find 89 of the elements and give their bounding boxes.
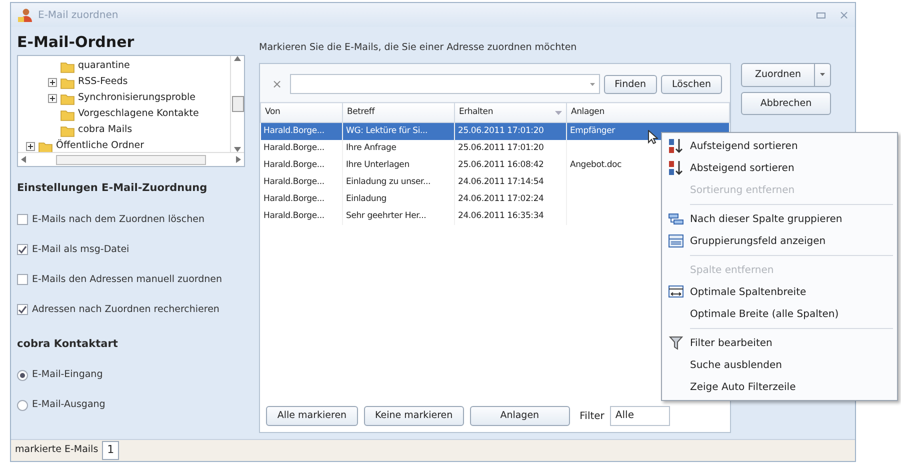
expand-icon[interactable] [48, 94, 57, 102]
section-title: Einstellungen E-Mail-Zuordnung [17, 181, 208, 196]
section-title: cobra Kontaktart [17, 336, 119, 352]
column-header[interactable]: Anlagen [566, 102, 730, 123]
instruction-text: Markieren Sie die E-Mails, die Sie einer Adresse zuordnen möchten [259, 41, 578, 55]
menu-item[interactable]: Gruppierungsfeld anzeigen [662, 230, 897, 252]
scroll-left-icon[interactable] [21, 156, 26, 163]
table-cell: Harald.Borge... [260, 190, 342, 208]
search-button[interactable]: Finden [604, 74, 657, 94]
app-icon [17, 7, 33, 23]
table-cell: Harald.Borge... [260, 174, 342, 191]
cursor-icon [648, 130, 658, 144]
window-title: E-Mail zuordnen [38, 8, 120, 22]
checkbox-label: E-Mails nach dem Zuordnen löschen [32, 212, 204, 227]
checkbox[interactable] [17, 244, 28, 256]
assign-button[interactable]: Zuordnen [741, 63, 815, 87]
checkbox[interactable] [17, 274, 28, 286]
checkbox-label: Adressen nach Zuordnen recherchieren [32, 302, 220, 317]
menu-item[interactable]: Suche ausblenden [662, 354, 897, 376]
table-cell: 25.06.2011 16:08:42 [454, 156, 566, 174]
menu-item[interactable]: Optimale Spaltenbreite [662, 281, 897, 303]
table-cell: Harald.Borge... [260, 122, 342, 140]
tree-item[interactable]: Synchronisierungsproble [78, 90, 196, 106]
radio-label: E-Mail-Eingang [32, 368, 103, 382]
column-width-icon [668, 284, 684, 300]
table-cell: Harald.Borge... [260, 140, 342, 157]
scroll-down-icon[interactable] [234, 147, 241, 152]
tree-item[interactable]: Öffentliche Ordner [56, 138, 144, 152]
filter-label: Filter [580, 410, 604, 424]
table-cell: 25.06.2011 17:01:20 [454, 140, 566, 157]
table-cell: 25.06.2011 17:01:20 [454, 122, 566, 140]
action-button[interactable]: Anlagen [470, 406, 570, 426]
restore-icon[interactable] [816, 10, 826, 20]
expand-icon[interactable] [48, 78, 57, 86]
table-cell: 24.06.2011 16:35:34 [454, 208, 566, 225]
check-icon [18, 305, 27, 314]
group-icon [668, 211, 684, 227]
table-cell: Sehr geehrter Her... [342, 208, 454, 225]
table-cell: WG: Lektüre für Si... [342, 122, 454, 140]
sort-ascending-icon [668, 138, 684, 154]
action-button[interactable]: Alle markieren [266, 406, 358, 426]
radio-button[interactable] [17, 370, 28, 381]
checkbox[interactable] [17, 214, 28, 226]
table-cell: Ihre Unterlagen [342, 156, 454, 174]
menu-item[interactable]: Zeige Auto Filterzeile [662, 376, 897, 398]
filter-dropdown[interactable]: Alle [610, 406, 670, 426]
check-icon [18, 245, 27, 254]
checkbox-label: E-Mails den Adressen manuell zuordnen [32, 272, 222, 287]
panel-icon [668, 233, 684, 249]
menu-item[interactable]: Filter bearbeiten [662, 332, 897, 354]
tree-item[interactable]: quarantine [78, 58, 130, 74]
column-header[interactable]: Betreff [342, 102, 454, 123]
dropdown-caret-icon[interactable] [590, 82, 595, 86]
dropdown-button[interactable] [815, 63, 831, 87]
tree-item[interactable]: Vorgeschlagene Kontakte [78, 106, 199, 122]
scrollbar[interactable] [18, 152, 244, 166]
funnel-icon [668, 335, 684, 351]
action-button[interactable]: Keine markieren [364, 406, 464, 426]
caret-icon [820, 73, 825, 76]
status-label: markierte E-Mails [15, 443, 98, 458]
scroll-up-icon[interactable] [234, 56, 241, 61]
table-cell: Harald.Borge... [260, 156, 342, 174]
table-cell: Harald.Borge... [260, 208, 342, 225]
menu-item[interactable]: Nach dieser Spalte gruppieren [662, 208, 897, 230]
table-cell: 24.06.2011 17:02:24 [454, 190, 566, 208]
checkbox[interactable] [17, 304, 28, 316]
radio-label: E-Mail-Ausgang [32, 398, 106, 412]
scroll-thumb[interactable] [232, 96, 244, 112]
search-field[interactable] [290, 74, 600, 94]
table-cell: Einladung zu unser... [342, 174, 454, 191]
column-header[interactable]: Erhalten [454, 102, 566, 123]
cancel-button[interactable]: Abbrechen [741, 92, 831, 116]
table-cell: Ihre Anfrage [342, 140, 454, 157]
menu-item[interactable]: Optimale Breite (alle Spalten) [662, 303, 897, 325]
scroll-right-icon[interactable] [236, 156, 241, 163]
panel-title: E-Mail-Ordner [17, 33, 136, 51]
table-cell: Einladung [342, 190, 454, 208]
table-cell: 24.06.2011 17:14:54 [454, 174, 566, 191]
count-field: 1 [102, 441, 120, 460]
tree-item[interactable]: RSS-Feeds [78, 74, 128, 90]
expand-icon[interactable] [26, 142, 35, 150]
scroll-thumb[interactable] [56, 154, 206, 164]
search-button[interactable]: Löschen [661, 74, 722, 94]
tree-item[interactable]: cobra Mails [78, 122, 132, 138]
column-header[interactable]: Von [260, 102, 342, 123]
scrollbar[interactable] [230, 56, 244, 152]
radio-button[interactable] [17, 400, 28, 411]
sort-descending-icon [668, 160, 684, 176]
checkbox-label: E-Mail als msg-Datei [32, 242, 130, 257]
